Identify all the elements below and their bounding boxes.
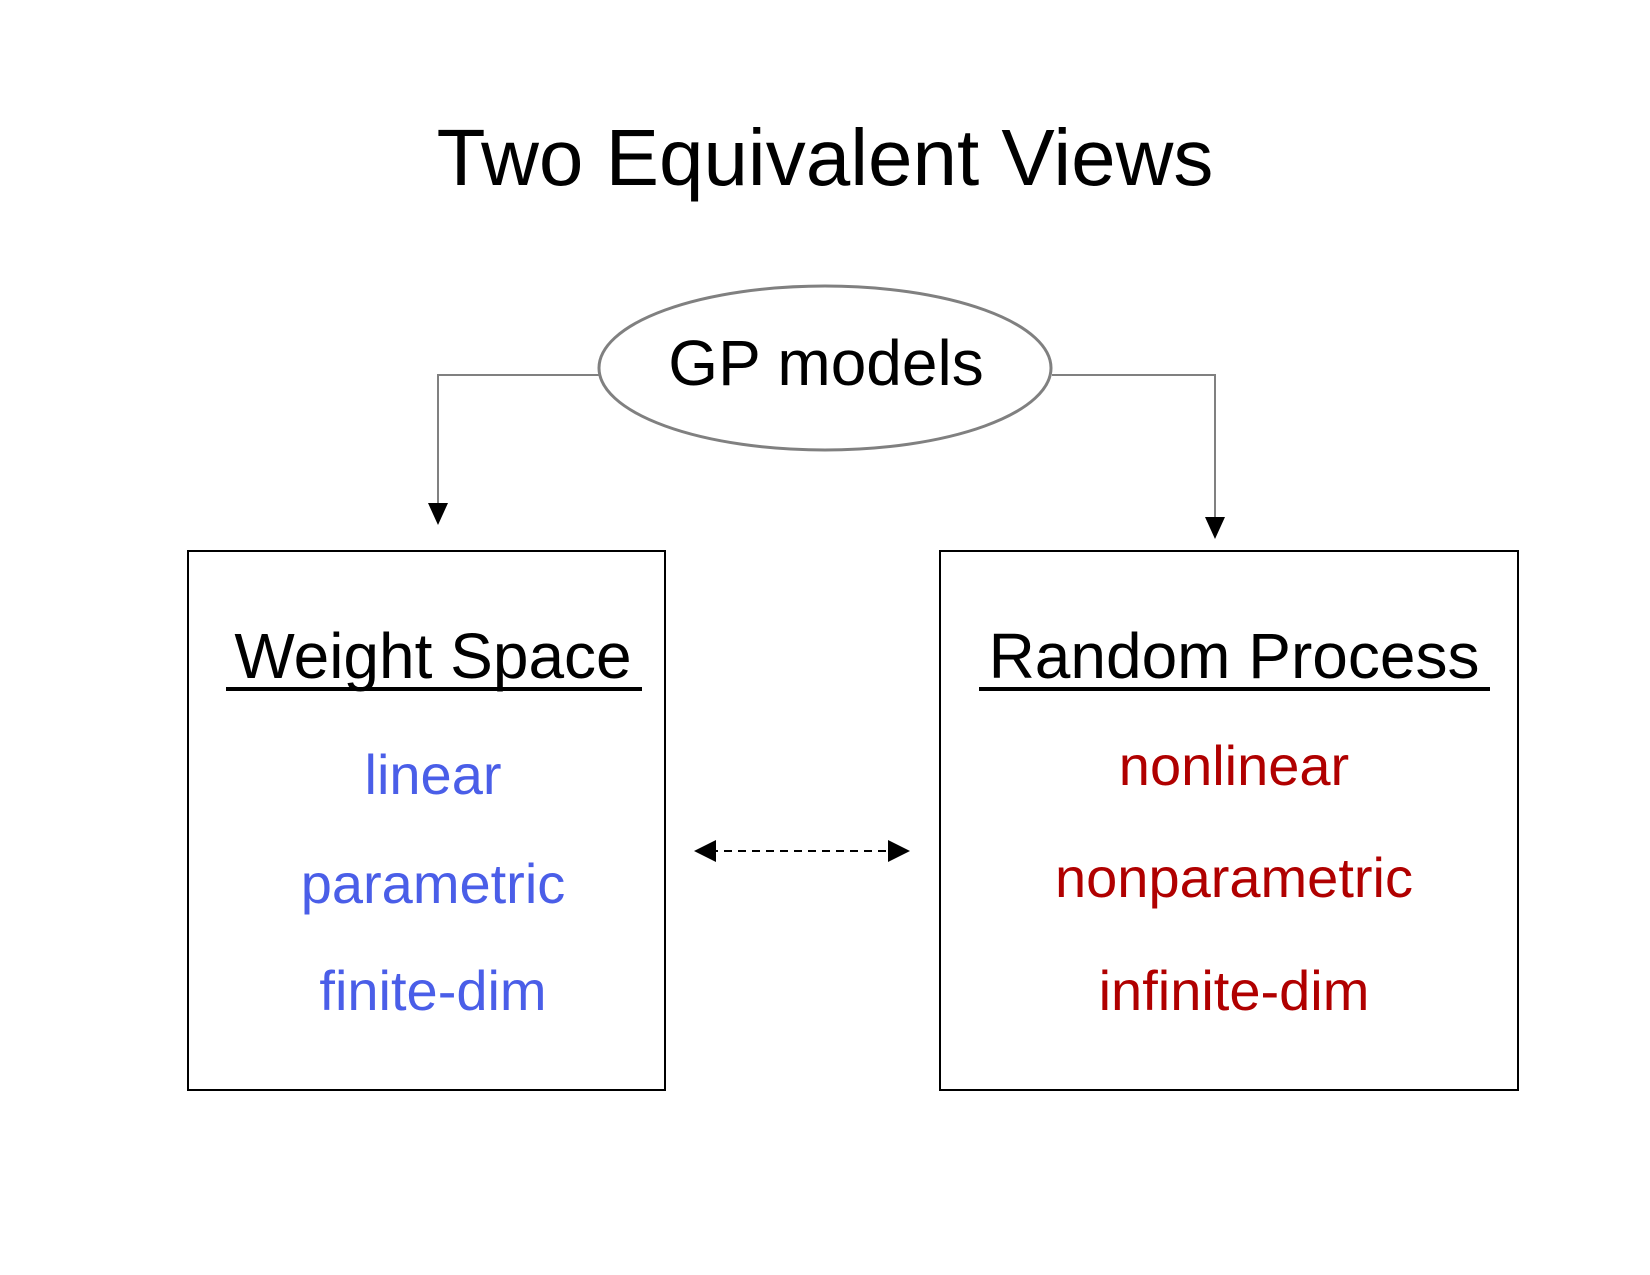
random-process-item-nonlinear: nonlinear bbox=[1119, 734, 1349, 797]
random-process-heading: Random Process bbox=[989, 620, 1480, 692]
arrowhead-left bbox=[428, 503, 448, 525]
connector-right bbox=[1052, 374, 1216, 517]
arrowhead-right bbox=[1205, 517, 1225, 539]
random-process-item-nonparametric: nonparametric bbox=[1055, 846, 1413, 909]
equivalence-arrowhead-right bbox=[888, 840, 910, 862]
root-node-label: GP models bbox=[668, 327, 983, 399]
equivalence-arrowhead-left bbox=[694, 840, 716, 862]
page-title: Two Equivalent Views bbox=[437, 113, 1214, 202]
weight-space-heading: Weight Space bbox=[234, 620, 631, 692]
weight-space-item-linear: linear bbox=[365, 743, 502, 806]
random-process-item-infinite-dim: infinite-dim bbox=[1099, 959, 1370, 1022]
connector-left bbox=[437, 374, 599, 505]
weight-space-item-finite-dim: finite-dim bbox=[319, 959, 546, 1022]
weight-space-item-parametric: parametric bbox=[301, 852, 566, 915]
diagram-canvas: Two Equivalent Views GP models Weight Sp… bbox=[187, 113, 1519, 1091]
